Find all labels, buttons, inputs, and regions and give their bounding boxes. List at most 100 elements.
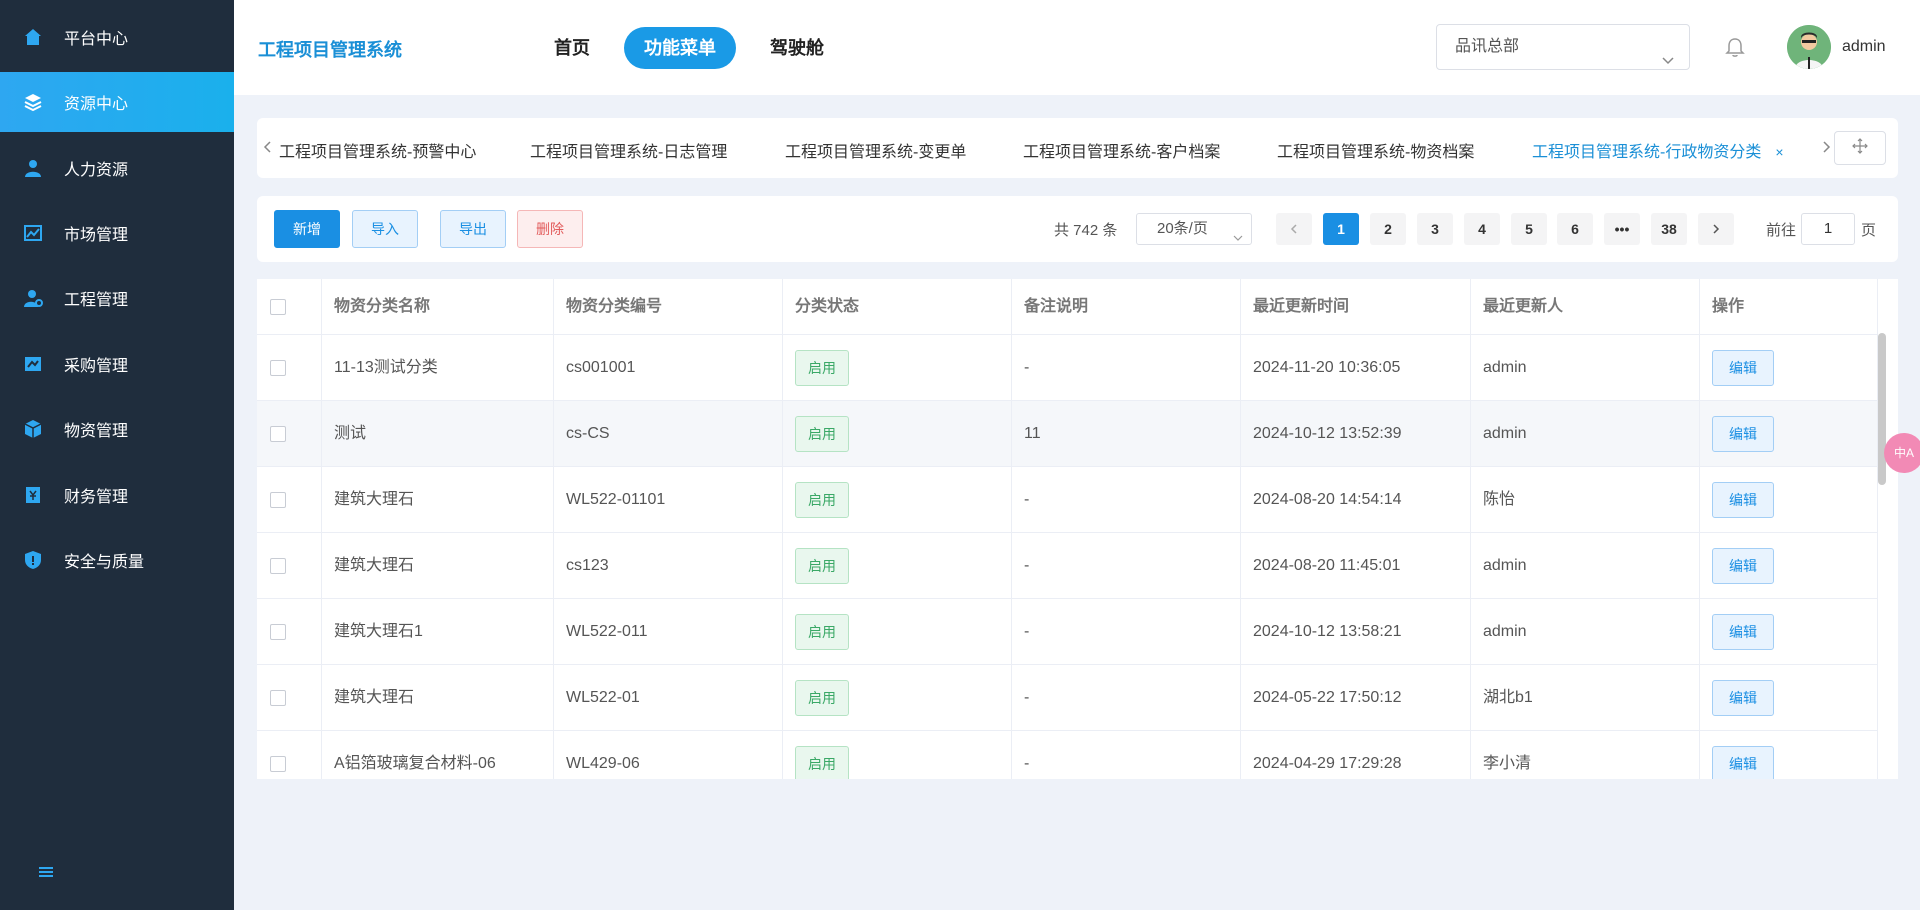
table-row[interactable]: 测试 cs-CS 启用 11 2024-10-12 13:52:39 admin… (257, 401, 1878, 467)
sidebar-item-hr[interactable]: 人力资源 (0, 138, 234, 198)
sidebar-item-resource[interactable]: 资源中心 (0, 72, 234, 132)
select-all-checkbox[interactable] (270, 299, 286, 315)
page-38-button[interactable]: 38 (1651, 213, 1687, 245)
tabs-more-button[interactable] (1834, 131, 1886, 165)
tab-material-archive[interactable]: 工程项目管理系统-物资档案 (1277, 138, 1474, 162)
status-badge: 启用 (795, 679, 849, 716)
table-row[interactable]: A铝箔玻璃复合材料-06 WL429-06 启用 - 2024-04-29 17… (257, 731, 1878, 779)
table-row[interactable]: 建筑大理石1 WL522-011 启用 - 2024-10-12 13:58:2… (257, 599, 1878, 665)
row-checkbox[interactable] (270, 624, 286, 640)
row-checkbox[interactable] (270, 492, 286, 508)
cell-name: 建筑大理石1 (322, 599, 554, 665)
cell-note: - (1012, 467, 1241, 533)
avatar[interactable] (1787, 25, 1831, 69)
row-checkbox[interactable] (270, 690, 286, 706)
column-header[interactable]: 物资分类编号 (554, 279, 783, 335)
status-badge: 启用 (795, 745, 849, 779)
table-row[interactable]: 建筑大理石 cs123 启用 - 2024-08-20 11:45:01 adm… (257, 533, 1878, 599)
tab-warning-center[interactable]: 工程项目管理系统-预警中心 (279, 138, 476, 162)
row-checkbox[interactable] (270, 426, 286, 442)
edit-button[interactable]: 编辑 (1712, 481, 1774, 518)
page-3-button[interactable]: 3 (1417, 213, 1453, 245)
sidebar-item-platform[interactable]: 平台中心 (0, 7, 234, 67)
prev-page-button[interactable] (1276, 213, 1312, 245)
cell-note: - (1012, 599, 1241, 665)
page-2-button[interactable]: 2 (1370, 213, 1406, 245)
cell-name: 测试 (322, 401, 554, 467)
column-header[interactable]: 最近更新时间 (1241, 279, 1471, 335)
cell-name: 建筑大理石 (322, 533, 554, 599)
username[interactable]: admin (1842, 38, 1886, 56)
cell-name: A铝箔玻璃复合材料-06 (322, 731, 554, 779)
goto-page-input[interactable]: 1 (1801, 213, 1855, 245)
nav-home[interactable]: 首页 (534, 27, 610, 69)
status-badge: 启用 (795, 613, 849, 650)
bell-icon[interactable] (1724, 36, 1746, 58)
table-row[interactable]: 11-13测试分类 cs001001 启用 - 2024-11-20 10:36… (257, 335, 1878, 401)
edit-button[interactable]: 编辑 (1712, 415, 1774, 452)
finance-icon (22, 484, 44, 506)
page-6-button[interactable]: 6 (1557, 213, 1593, 245)
tab-change-order[interactable]: 工程项目管理系统-变更单 (785, 138, 966, 162)
table-row[interactable]: 建筑大理石 WL522-01101 启用 - 2024-08-20 14:54:… (257, 467, 1878, 533)
purchase-icon (22, 353, 44, 375)
row-checkbox[interactable] (270, 360, 286, 376)
nav-function-menu[interactable]: 功能菜单 (624, 27, 736, 69)
cell-action: 编辑 (1700, 599, 1878, 665)
delete-button[interactable]: 删除 (517, 210, 583, 248)
cell-name: 11-13测试分类 (322, 335, 554, 401)
cell-name: 建筑大理石 (322, 665, 554, 731)
sidebar-item-materials[interactable]: 物资管理 (0, 399, 234, 459)
row-checkbox[interactable] (270, 558, 286, 574)
status-badge: 启用 (795, 481, 849, 518)
tabs-strip: 工程项目管理系统-预警中心 工程项目管理系统-日志管理 工程项目管理系统-变更单… (257, 118, 1898, 178)
cell-code: WL522-01101 (554, 467, 783, 533)
edit-button[interactable]: 编辑 (1712, 745, 1774, 779)
goto-suffix: 页 (1861, 222, 1877, 239)
tab-admin-material-category[interactable]: 工程项目管理系统-行政物资分类 × (1532, 138, 1784, 162)
add-button[interactable]: 新增 (274, 210, 340, 248)
sidebar-item-engineering[interactable]: 工程管理 (0, 268, 234, 328)
table-scrollbar[interactable] (1878, 333, 1886, 485)
edit-button[interactable]: 编辑 (1712, 349, 1774, 386)
import-button[interactable]: 导入 (352, 210, 418, 248)
page-size-select[interactable]: 20条/页 (1136, 213, 1252, 245)
export-button[interactable]: 导出 (440, 210, 506, 248)
status-badge: 启用 (795, 415, 849, 452)
column-header[interactable]: 最近更新人 (1471, 279, 1700, 335)
edit-button[interactable]: 编辑 (1712, 547, 1774, 584)
page-1-button[interactable]: 1 (1323, 213, 1359, 245)
close-icon[interactable]: × (1775, 144, 1783, 160)
chevron-left-icon[interactable] (261, 140, 275, 154)
column-header[interactable]: 物资分类名称 (322, 279, 554, 335)
page-5-button[interactable]: 5 (1511, 213, 1547, 245)
page-4-button[interactable]: 4 (1464, 213, 1500, 245)
chevron-right-icon[interactable] (1819, 140, 1833, 154)
edit-button[interactable]: 编辑 (1712, 679, 1774, 716)
tab-log-management[interactable]: 工程项目管理系统-日志管理 (530, 138, 727, 162)
sidebar-item-safety[interactable]: 安全与质量 (0, 530, 234, 590)
cell-updated-by: 李小清 (1471, 731, 1700, 779)
edit-button[interactable]: 编辑 (1712, 613, 1774, 650)
cell-action: 编辑 (1700, 335, 1878, 401)
next-page-button[interactable] (1698, 213, 1734, 245)
translate-widget[interactable]: 中A (1884, 433, 1920, 473)
column-header[interactable]: 分类状态 (783, 279, 1012, 335)
cell-action: 编辑 (1700, 665, 1878, 731)
tab-customer-archive[interactable]: 工程项目管理系统-客户档案 (1023, 138, 1220, 162)
top-nav: 首页 功能菜单 驾驶舱 (534, 27, 844, 69)
org-select[interactable]: 品讯总部 (1436, 24, 1690, 70)
sidebar-item-market[interactable]: 市场管理 (0, 203, 234, 263)
table-row[interactable]: 建筑大理石 WL522-01 启用 - 2024-05-22 17:50:12 … (257, 665, 1878, 731)
cell-action: 编辑 (1700, 731, 1878, 779)
cell-note: - (1012, 533, 1241, 599)
menu-collapse-icon[interactable] (36, 862, 56, 882)
cell-code: cs001001 (554, 335, 783, 401)
nav-cockpit[interactable]: 驾驶舱 (750, 27, 844, 69)
page-ellipsis-button[interactable]: ••• (1604, 213, 1640, 245)
sidebar-item-finance[interactable]: 财务管理 (0, 465, 234, 525)
row-checkbox[interactable] (270, 756, 286, 772)
column-header[interactable]: 备注说明 (1012, 279, 1241, 335)
sidebar-item-purchase[interactable]: 采购管理 (0, 334, 234, 394)
cell-updated: 2024-08-20 11:45:01 (1241, 533, 1471, 599)
